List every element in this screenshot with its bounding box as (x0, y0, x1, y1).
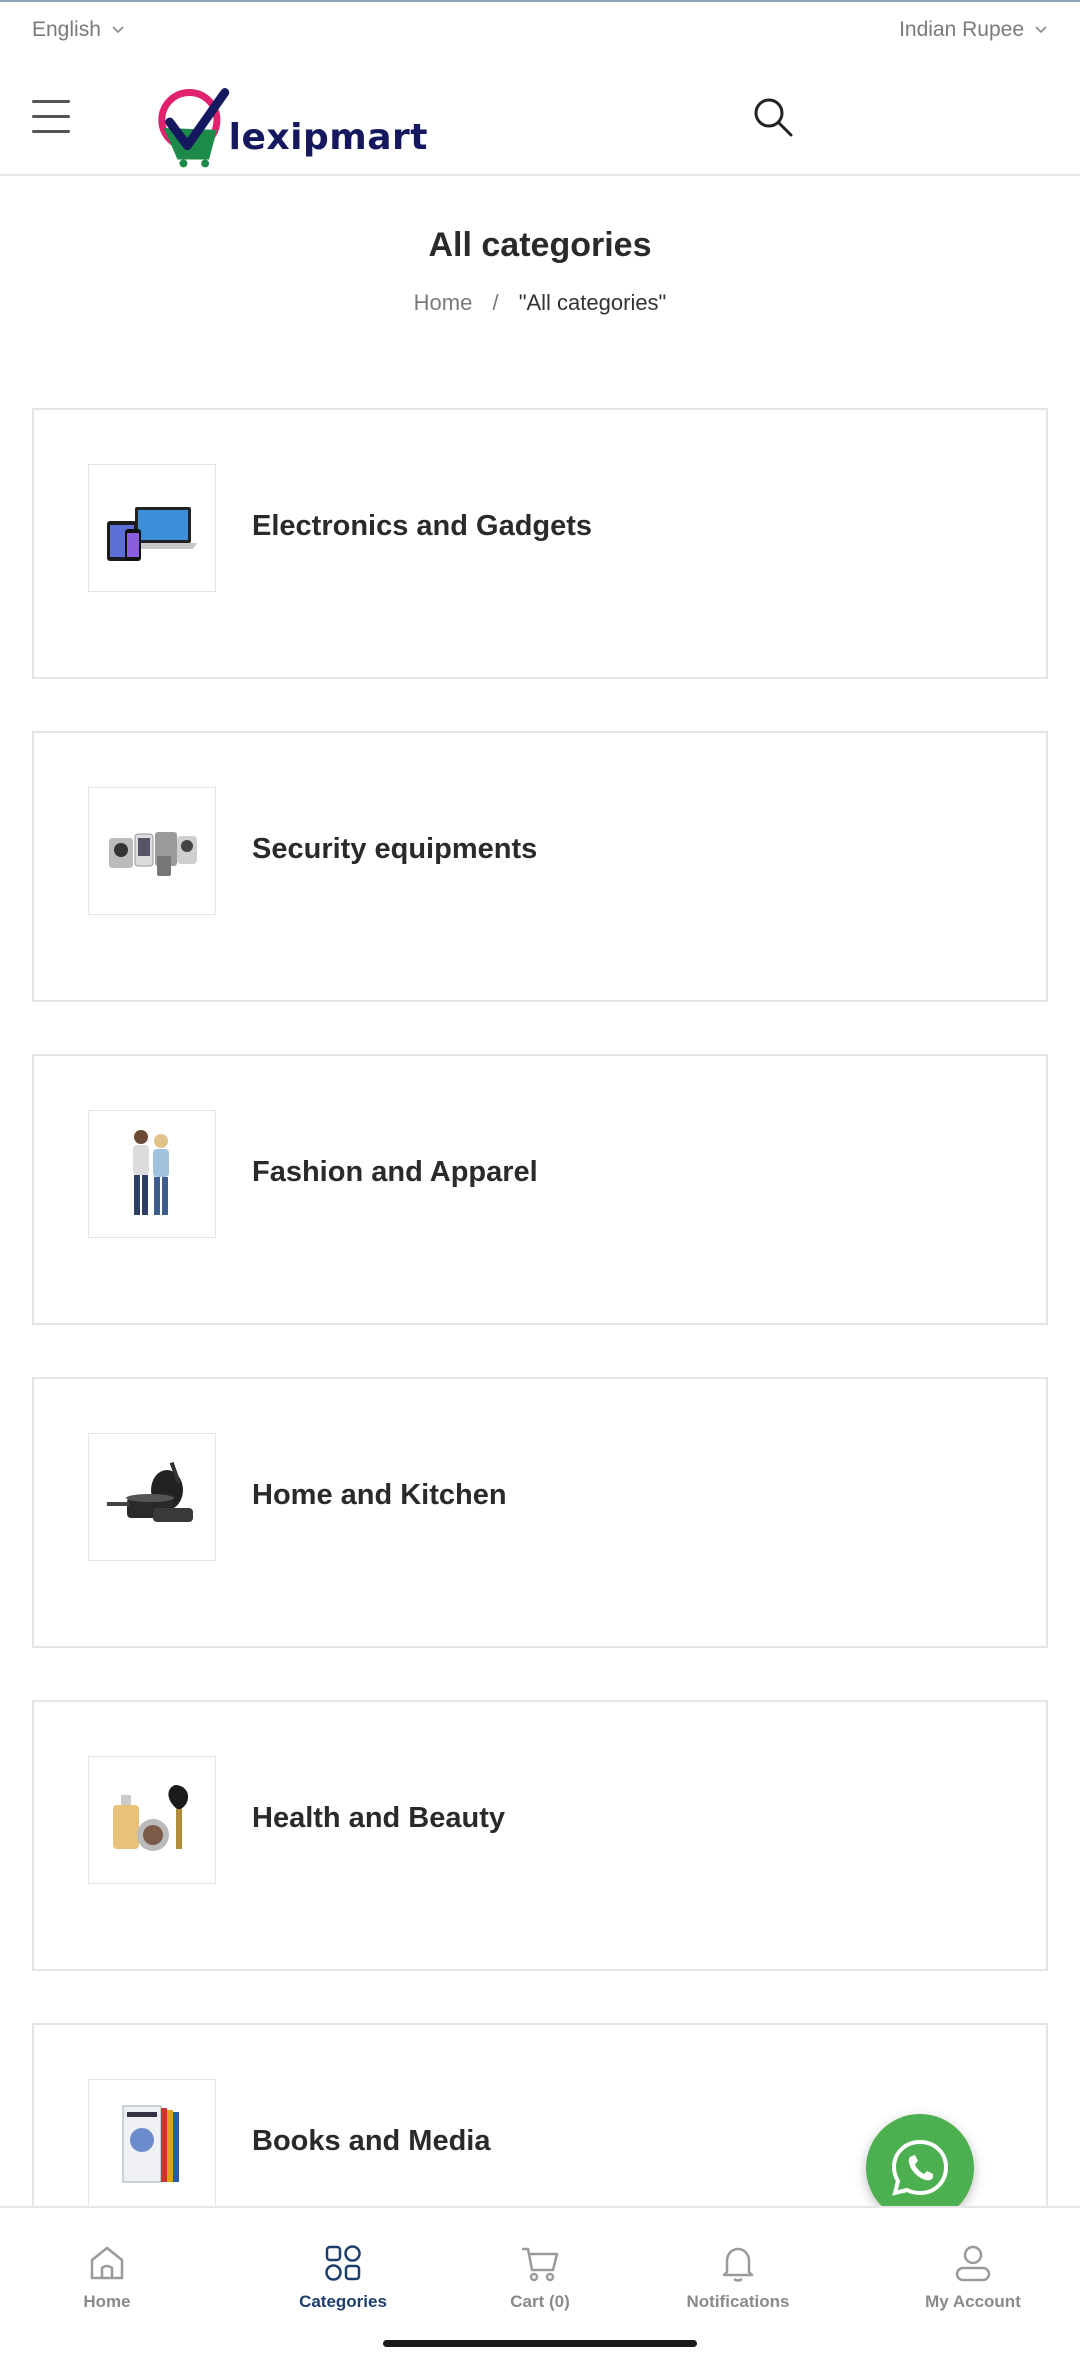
category-label: Health and Beauty (252, 1802, 505, 1834)
home-icon (90, 2246, 124, 2280)
fashion-image (133, 1130, 169, 1215)
cart-icon (522, 2247, 559, 2282)
category-card-security[interactable]: Security equipments (32, 731, 1048, 1002)
category-label: Fashion and Apparel (252, 1156, 538, 1188)
bottom-nav: Home Categories Cart (0) Notifications M… (0, 2206, 1080, 2361)
category-label: Books and Media (252, 2125, 491, 2157)
category-thumbnail (88, 1110, 216, 1238)
breadcrumb-current: "All categories" (518, 290, 667, 315)
home-indicator (383, 2340, 697, 2347)
breadcrumb-separator: / (492, 290, 499, 315)
bell-icon (722, 2247, 754, 2282)
currency-selector[interactable]: Indian Rupee (899, 18, 1048, 42)
category-card-kitchen[interactable]: Home and Kitchen (32, 1377, 1048, 1648)
category-card-fashion[interactable]: Fashion and Apparel (32, 1054, 1048, 1325)
category-thumbnail (88, 464, 216, 592)
category-thumbnail (88, 2079, 216, 2207)
language-selector[interactable]: English (32, 18, 125, 42)
chevron-down-icon (1035, 26, 1047, 34)
page: English Indian Rupee lexipmart All categ… (0, 0, 1080, 2361)
currency-label: Indian Rupee (899, 18, 1024, 41)
category-thumbnail (88, 1433, 216, 1561)
kitchen-image (107, 1461, 193, 1522)
logo-text: lexipmart (228, 116, 428, 158)
category-thumbnail (88, 787, 216, 915)
whatsapp-icon (891, 2139, 949, 2196)
breadcrumb-home[interactable]: Home (414, 290, 473, 315)
logo-icon (158, 88, 230, 168)
nav-label: Home (83, 2292, 131, 2311)
category-card-electronics[interactable]: Electronics and Gadgets (32, 408, 1048, 679)
page-title: All categories (428, 226, 652, 264)
nav-categories[interactable]: Categories (243, 2242, 443, 2312)
beauty-image (113, 1785, 189, 1851)
nav-label: My Account (925, 2292, 1021, 2311)
language-label: English (32, 18, 101, 41)
category-label: Home and Kitchen (252, 1479, 507, 1511)
category-list: Electronics and Gadgets Security equipme… (32, 408, 1048, 2346)
top-border (0, 0, 1080, 2)
logo[interactable]: lexipmart (148, 80, 428, 170)
category-label: Electronics and Gadgets (252, 510, 593, 542)
books-image (122, 2105, 179, 2183)
categories-icon (325, 2245, 361, 2281)
user-icon (955, 2245, 991, 2282)
category-card-beauty[interactable]: Health and Beauty (32, 1700, 1048, 1971)
nav-label: Notifications (686, 2292, 790, 2311)
header: lexipmart (0, 70, 1080, 176)
nav-label: Cart (0) (510, 2292, 570, 2311)
nav-home[interactable]: Home (7, 2242, 207, 2312)
security-image (109, 832, 197, 876)
nav-account[interactable]: My Account (873, 2242, 1073, 2312)
menu-icon[interactable] (32, 100, 70, 136)
category-thumbnail (88, 1756, 216, 1884)
search-icon[interactable] (750, 94, 796, 140)
category-label: Security equipments (252, 833, 538, 865)
nav-label: Categories (299, 2292, 387, 2311)
breadcrumb: Home / "All categories" (0, 290, 1080, 316)
nav-notifications[interactable]: Notifications (638, 2242, 838, 2312)
nav-cart[interactable]: Cart (0) (440, 2242, 640, 2312)
electronics-image (107, 507, 197, 561)
chevron-down-icon (112, 26, 124, 34)
